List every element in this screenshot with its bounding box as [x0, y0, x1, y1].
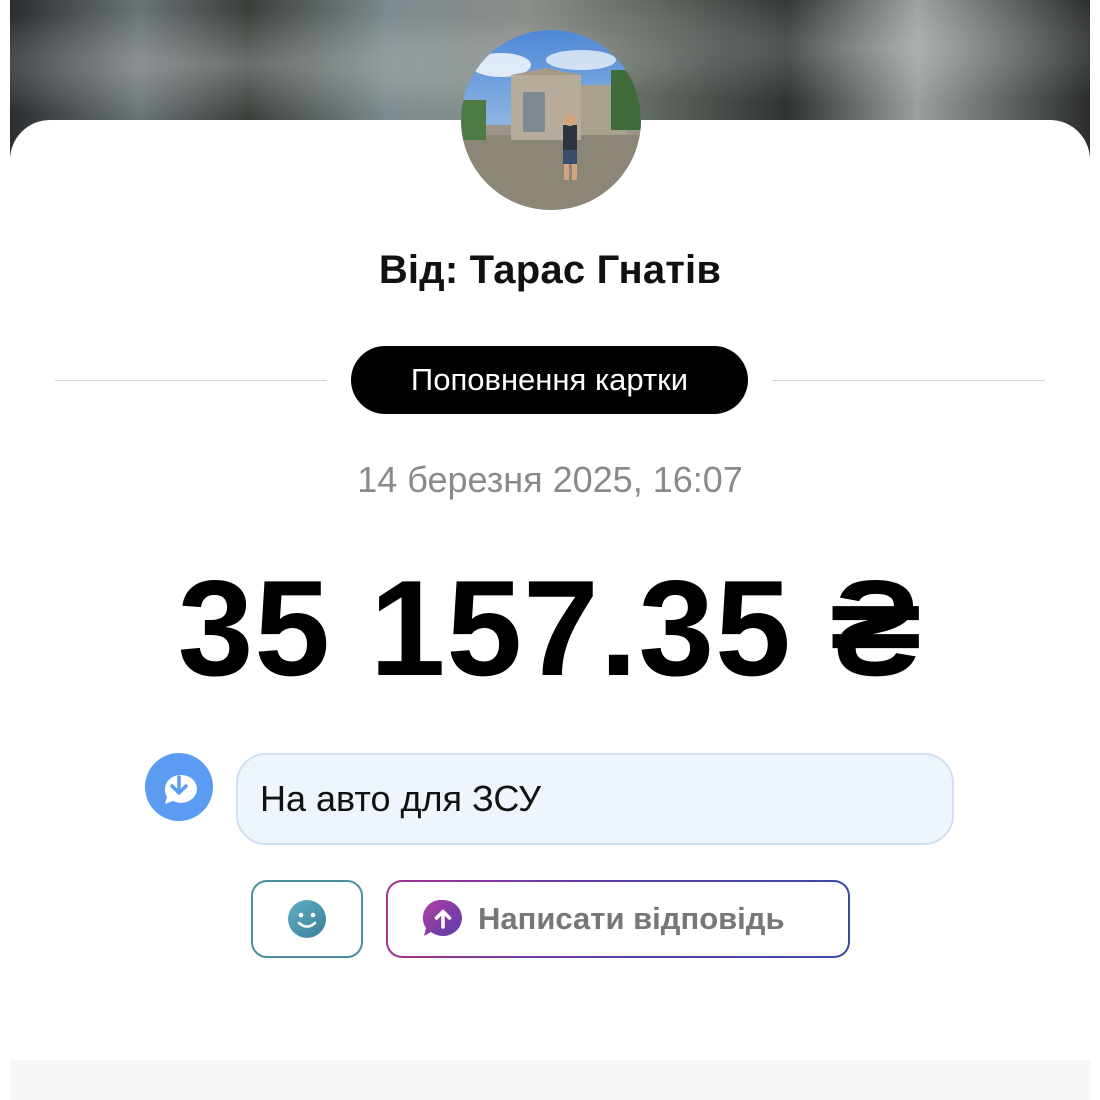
- avatar[interactable]: [461, 30, 641, 210]
- write-reply-label: Написати відповідь: [478, 901, 785, 936]
- message-bubble: На авто для ЗСУ: [236, 753, 954, 845]
- transaction-amount: 35 157.35 ₴: [177, 552, 923, 704]
- message-text: На авто для ЗСУ: [260, 778, 542, 819]
- divider-left: [55, 380, 327, 381]
- write-reply-button[interactable]: Написати відповідь: [386, 880, 850, 958]
- arrow-down-chat-icon: [145, 753, 213, 821]
- write-reply-button-inner[interactable]: Написати відповідь: [388, 882, 848, 956]
- divider-right: [772, 380, 1045, 381]
- transaction-type-badge: Поповнення картки: [351, 346, 748, 414]
- emoji-reaction-button[interactable]: [251, 880, 363, 958]
- arrow-up-chat-icon: [422, 899, 462, 936]
- avatar-photo: [461, 30, 641, 210]
- sender-name: Від: Тарас Гнатів: [378, 248, 722, 292]
- smile-icon: [288, 900, 326, 938]
- bottom-panel: [10, 1060, 1090, 1100]
- transaction-datetime: 14 березня 2025, 16:07: [357, 459, 743, 500]
